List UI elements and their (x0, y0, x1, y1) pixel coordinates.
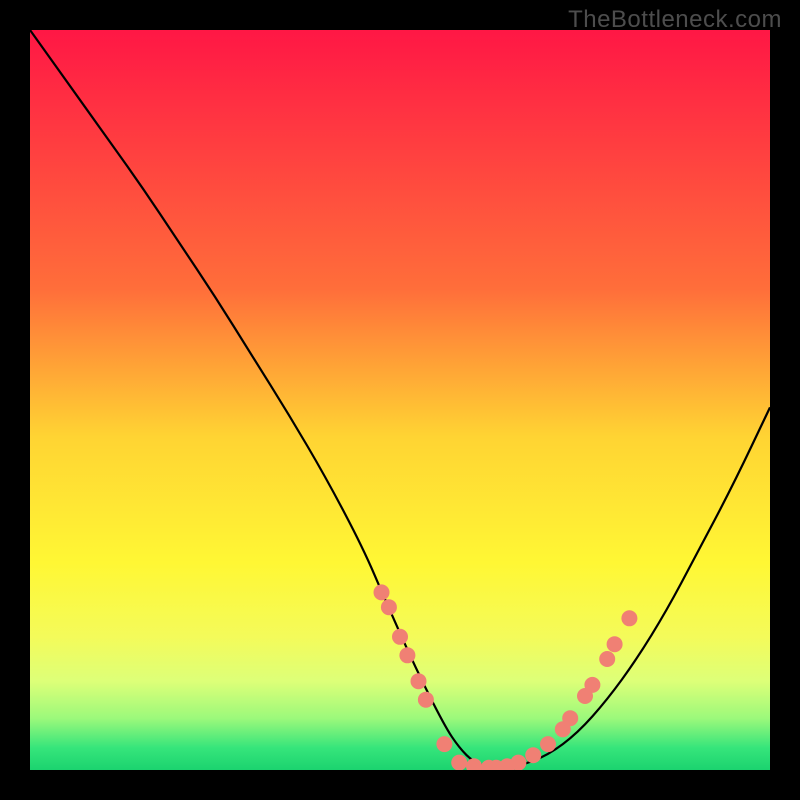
highlight-dot (607, 636, 623, 652)
chart-svg (30, 30, 770, 770)
highlight-dot (562, 710, 578, 726)
highlight-dot (525, 747, 541, 763)
highlight-dot (436, 736, 452, 752)
highlight-dot (540, 736, 556, 752)
highlight-dot (599, 651, 615, 667)
highlight-dot (621, 610, 637, 626)
chart-container: TheBottleneck.com (0, 0, 800, 800)
highlight-dot (411, 673, 427, 689)
highlight-dot (381, 599, 397, 615)
highlight-dot (584, 677, 600, 693)
plot-area (30, 30, 770, 770)
highlight-dot (392, 629, 408, 645)
gradient-background (30, 30, 770, 770)
highlight-dot (510, 755, 526, 770)
highlight-dot (399, 647, 415, 663)
highlight-dot (418, 692, 434, 708)
watermark-text: TheBottleneck.com (568, 6, 782, 34)
highlight-dot (451, 755, 467, 770)
highlight-dot (374, 584, 390, 600)
